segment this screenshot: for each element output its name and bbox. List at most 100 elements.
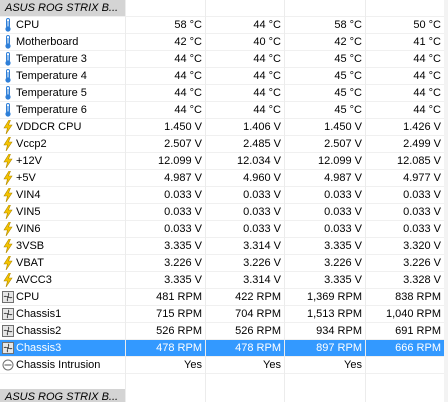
sensor-label: VIN6 — [16, 223, 41, 235]
value-average: 41 °C — [413, 36, 441, 48]
sensor-row-vddcr-cpu[interactable]: VDDCR CPU 1.450 V 1.406 V 1.450 V 1.426 V — [0, 119, 444, 136]
value-maximum: 2.507 V — [324, 138, 362, 150]
vertical-scrollbar[interactable] — [444, 0, 448, 402]
lightning-icon — [1, 154, 15, 168]
sensor-label: Temperature 5 — [16, 87, 87, 99]
sensor-row-5v[interactable]: +5V 4.987 V 4.960 V 4.987 V 4.977 V — [0, 170, 444, 187]
group-header-title: ASUS ROG STRIX B... — [0, 0, 125, 16]
value-average: 44 °C — [413, 104, 441, 116]
group-header[interactable]: ASUS ROG STRIX B... — [0, 389, 444, 402]
sensor-row-temperature-4[interactable]: Temperature 4 44 °C 44 °C 45 °C 44 °C — [0, 68, 444, 85]
sensor-row-chassis1[interactable]: Chassis1 715 RPM 704 RPM 1,513 RPM 1,040 RPM — [0, 306, 444, 323]
value-minimum: 2.485 V — [243, 138, 281, 150]
value-current: 1.450 V — [164, 121, 202, 133]
sensor-row-vin6[interactable]: VIN6 0.033 V 0.033 V 0.033 V 0.033 V — [0, 221, 444, 238]
sensor-label: Vccp2 — [16, 138, 47, 150]
value-current: 0.033 V — [164, 223, 202, 235]
value-average — [365, 357, 444, 373]
thermometer-icon — [1, 86, 15, 100]
value-average: 4.977 V — [403, 172, 441, 184]
sensor-name-cell: VDDCR CPU — [0, 119, 125, 135]
clock-icon — [1, 358, 15, 372]
value-minimum: 526 RPM — [235, 325, 281, 337]
sensor-name-cell: +5V — [0, 170, 125, 186]
sensor-row-cpu[interactable]: CPU 58 °C 44 °C 58 °C 50 °C — [0, 17, 444, 34]
sensor-name-cell: +12V — [0, 153, 125, 169]
sensor-label: Chassis3 — [16, 342, 62, 354]
value-current: 42 °C — [174, 36, 202, 48]
value-maximum: 3.335 V — [324, 274, 362, 286]
sensor-name-cell: VIN6 — [0, 221, 125, 237]
value-minimum: 0.033 V — [243, 206, 281, 218]
value-average: 3.320 V — [403, 240, 441, 252]
sensor-row-temperature-6[interactable]: Temperature 6 44 °C 44 °C 45 °C 44 °C — [0, 102, 444, 119]
value-maximum: 1.450 V — [324, 121, 362, 133]
sensor-name-cell: 3VSB — [0, 238, 125, 254]
sensor-row-avcc3[interactable]: AVCC3 3.335 V 3.314 V 3.335 V 3.328 V — [0, 272, 444, 289]
thermometer-icon — [1, 52, 15, 66]
sensor-label: VBAT — [16, 257, 44, 269]
value-maximum: 45 °C — [334, 104, 362, 116]
sensor-row-chassis3[interactable]: Chassis3 478 RPM 478 RPM 897 RPM 666 RPM — [0, 340, 444, 357]
sensor-name-cell: Chassis Intrusion — [0, 357, 125, 373]
value-minimum: 4.960 V — [243, 172, 281, 184]
sensor-name-cell: Temperature 4 — [0, 68, 125, 84]
sensor-row-temperature-3[interactable]: Temperature 3 44 °C 44 °C 45 °C 44 °C — [0, 51, 444, 68]
value-minimum: 3.226 V — [243, 257, 281, 269]
value-average: 1.426 V — [403, 121, 441, 133]
sensor-row-vin5[interactable]: VIN5 0.033 V 0.033 V 0.033 V 0.033 V — [0, 204, 444, 221]
value-current: 0.033 V — [164, 206, 202, 218]
value-maximum: 934 RPM — [316, 325, 362, 337]
value-average: 0.033 V — [403, 206, 441, 218]
value-minimum: 3.314 V — [243, 274, 281, 286]
sensor-name-cell: CPU — [0, 289, 125, 305]
sensor-row-chassis-intrusion[interactable]: Chassis Intrusion Yes Yes Yes — [0, 357, 444, 374]
sensor-row-vin4[interactable]: VIN4 0.033 V 0.033 V 0.033 V 0.033 V — [0, 187, 444, 204]
group-gap — [0, 374, 444, 389]
value-current: 4.987 V — [164, 172, 202, 184]
value-average: 3.226 V — [403, 257, 441, 269]
thermometer-icon — [1, 18, 15, 32]
lightning-icon — [1, 222, 15, 236]
sensor-row-cpu[interactable]: CPU 481 RPM 422 RPM 1,369 RPM 838 RPM — [0, 289, 444, 306]
sensor-row-temperature-5[interactable]: Temperature 5 44 °C 44 °C 45 °C 44 °C — [0, 85, 444, 102]
sensor-label: Temperature 4 — [16, 70, 87, 82]
sensor-name-cell: Chassis2 — [0, 323, 125, 339]
value-minimum: 44 °C — [253, 53, 281, 65]
value-maximum: 3.335 V — [324, 240, 362, 252]
sensor-row-chassis2[interactable]: Chassis2 526 RPM 526 RPM 934 RPM 691 RPM — [0, 323, 444, 340]
group-header[interactable]: ASUS ROG STRIX B... — [0, 0, 444, 17]
value-minimum: 44 °C — [253, 70, 281, 82]
sensor-row-motherboard[interactable]: Motherboard 42 °C 40 °C 42 °C 41 °C — [0, 34, 444, 51]
sensor-name-cell: Temperature 6 — [0, 102, 125, 118]
sensor-row-vbat[interactable]: VBAT 3.226 V 3.226 V 3.226 V 3.226 V — [0, 255, 444, 272]
sensor-row-12v[interactable]: +12V 12.099 V 12.034 V 12.099 V 12.085 V — [0, 153, 444, 170]
value-average: 691 RPM — [395, 325, 441, 337]
value-current: 3.335 V — [164, 274, 202, 286]
value-current: 3.226 V — [164, 257, 202, 269]
value-maximum: 1,513 RPM — [306, 308, 362, 320]
sensor-name-cell: VIN5 — [0, 204, 125, 220]
value-maximum: Yes — [344, 359, 362, 371]
value-current: 715 RPM — [156, 308, 202, 320]
lightning-icon — [1, 256, 15, 270]
sensor-row-3vsb[interactable]: 3VSB 3.335 V 3.314 V 3.335 V 3.320 V — [0, 238, 444, 255]
value-current: 481 RPM — [156, 291, 202, 303]
value-current: Yes — [184, 359, 202, 371]
sensor-label: CPU — [16, 291, 40, 303]
value-average: 0.033 V — [403, 223, 441, 235]
value-average: 12.085 V — [396, 155, 441, 167]
value-maximum: 45 °C — [334, 87, 362, 99]
sensor-label: Chassis1 — [16, 308, 62, 320]
value-minimum: 44 °C — [253, 19, 281, 31]
fan-icon — [1, 307, 15, 321]
sensor-name-cell: Motherboard — [0, 34, 125, 50]
lightning-icon — [1, 188, 15, 202]
value-current: 12.099 V — [157, 155, 202, 167]
lightning-icon — [1, 137, 15, 151]
sensor-name-cell: VBAT — [0, 255, 125, 271]
value-average: 666 RPM — [395, 342, 441, 354]
sensor-label: CPU — [16, 19, 40, 31]
value-average: 44 °C — [413, 87, 441, 99]
sensor-row-vccp2[interactable]: Vccp2 2.507 V 2.485 V 2.507 V 2.499 V — [0, 136, 444, 153]
